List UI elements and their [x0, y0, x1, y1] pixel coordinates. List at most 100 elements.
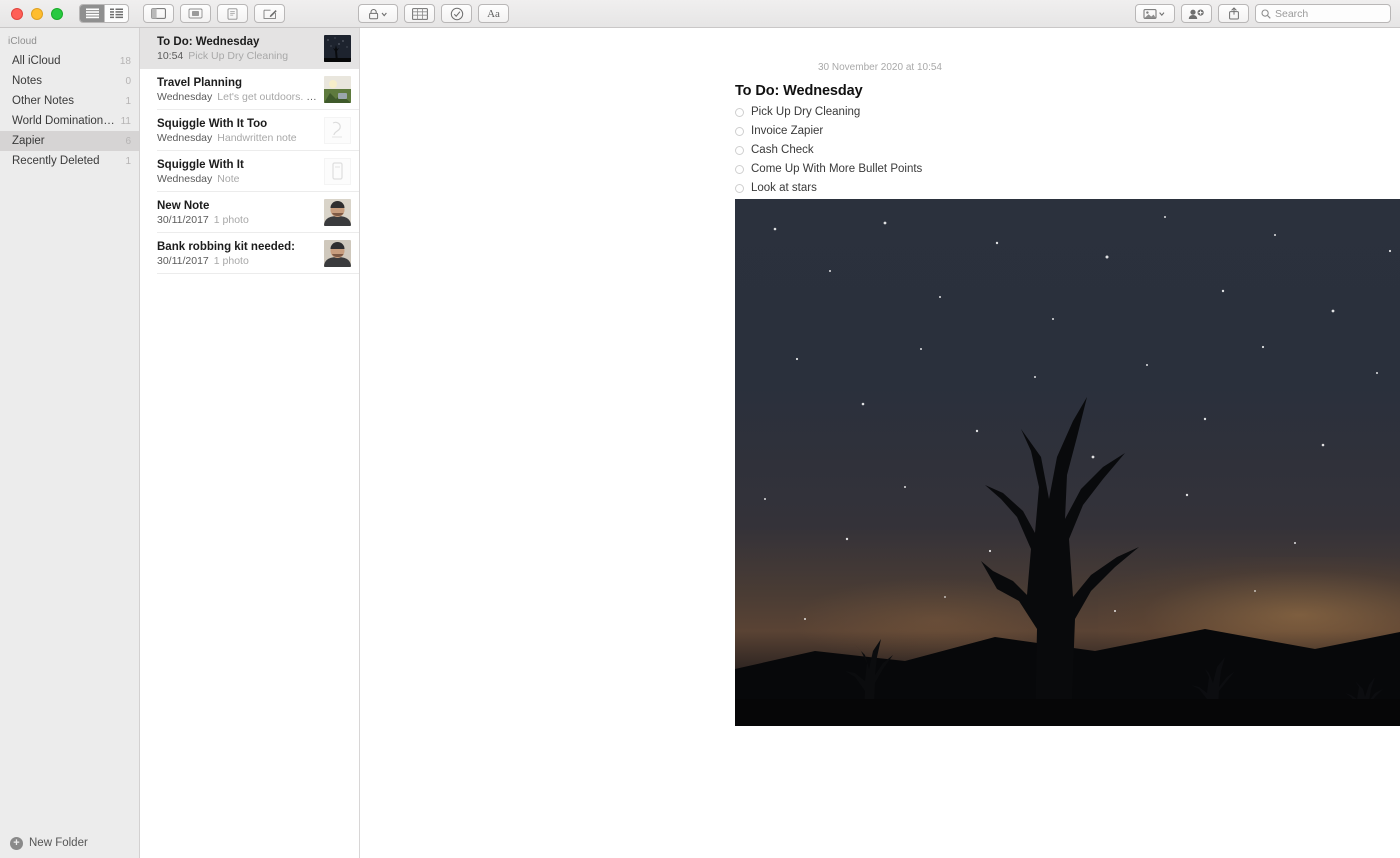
delete-note-button[interactable]	[180, 4, 211, 23]
note-list-item-new-note[interactable]: New Note 30/11/2017 1 photo	[140, 192, 359, 233]
add-people-icon	[1188, 9, 1204, 19]
note-list: To Do: Wednesday 10:54 Pick Up Dry Cleani…	[140, 28, 360, 858]
note-content: To Do: Wednesday Pick Up Dry Cleaning In…	[360, 73, 1400, 194]
note-thumbnail-portrait	[324, 199, 351, 226]
sidebar-item-count: 1	[125, 95, 131, 107]
notes-app-window: Aa Search iCloud All iCloud 18 Notes 0 O…	[0, 0, 1400, 858]
sidebar-item-count: 18	[119, 55, 131, 67]
sidebar-item-label: Notes	[12, 75, 43, 87]
move-note-button[interactable]	[217, 4, 248, 23]
zoom-window-button[interactable]	[51, 7, 63, 20]
sidebar-item-zapier[interactable]: Zapier 6	[0, 131, 139, 151]
plus-circle-icon: +	[10, 836, 23, 850]
note-list-item-text: Travel Planning Wednesday Let's get outdo…	[157, 77, 318, 103]
note-editor[interactable]: 30 November 2020 at 10:54 To Do: Wednesd…	[360, 28, 1400, 858]
share-button[interactable]	[1218, 4, 1249, 23]
checkbox-icon[interactable]	[735, 107, 744, 117]
note-list-item-text: New Note 30/11/2017 1 photo	[157, 200, 318, 226]
sidebar-item-label: Other Notes	[12, 95, 74, 107]
note-list-item-text: Squiggle With It Wednesday Note	[157, 159, 318, 185]
note-title: To Do: Wednesday	[157, 35, 260, 48]
format-actions-group: Aa	[358, 4, 509, 23]
media-icon	[1143, 8, 1165, 19]
note-attachment[interactable]	[735, 199, 1400, 726]
share-actions-group: Search	[1135, 4, 1400, 23]
sidebar-item-other-notes[interactable]: Other Notes 1	[0, 91, 139, 111]
compose-icon	[263, 9, 277, 19]
checklist-item-label: Look at stars	[751, 182, 817, 194]
share-icon	[1228, 7, 1239, 20]
checklist-item-label: Pick Up Dry Cleaning	[751, 106, 861, 118]
note-heading: To Do: Wednesday	[735, 83, 863, 99]
compose-note-button[interactable]	[254, 4, 285, 23]
checklist-item-label: Invoice Zapier	[751, 125, 824, 137]
sidebar-item-world-domination[interactable]: World Domination Pl… 11	[0, 111, 139, 131]
note-snippet: 1 photo	[213, 254, 249, 267]
sidebar-item-recently-deleted[interactable]: Recently Deleted 1	[0, 151, 139, 171]
app-body: iCloud All iCloud 18 Notes 0 Other Notes…	[0, 28, 1400, 858]
sidebar-item-label: Recently Deleted	[12, 155, 100, 167]
sidebar-item-label: Zapier	[12, 135, 45, 147]
note-list-item-bank-robbing-kit[interactable]: Bank robbing kit needed: 30/11/2017 1 pho…	[140, 233, 359, 274]
note-snippet: 1 photo	[213, 213, 249, 226]
note-thumbnail-sketch-2	[324, 158, 351, 185]
minimize-window-button[interactable]	[31, 7, 43, 20]
checklist-item-invoice-zapier[interactable]: Invoice Zapier	[735, 125, 1400, 137]
checklist-item-come-up-with-more-bullet-points[interactable]: Come Up With More Bullet Points	[735, 163, 1400, 175]
checkbox-icon[interactable]	[735, 126, 744, 136]
note-title: Travel Planning	[157, 76, 242, 89]
note-title: Squiggle With It	[157, 158, 244, 171]
note-date: 30/11/2017	[157, 254, 209, 267]
grid-view-button[interactable]	[104, 5, 128, 22]
note-list-item-squiggle-with-it[interactable]: Squiggle With It Wednesday Note	[140, 151, 359, 192]
search-input-placeholder: Search	[1275, 7, 1309, 20]
checklist-item-pick-up-dry-cleaning[interactable]: Pick Up Dry Cleaning	[735, 106, 1400, 118]
note-list-item-text: Squiggle With It Too Wednesday Handwritte…	[157, 118, 318, 144]
sidebar-item-count: 11	[120, 115, 131, 127]
checkbox-icon[interactable]	[735, 164, 744, 174]
note-thumbnail-night-sky	[324, 35, 351, 62]
note-thumbnail-portrait	[324, 240, 351, 267]
toggle-sidebar-button[interactable]	[143, 4, 174, 23]
note-list-item-travel-planning[interactable]: Travel Planning Wednesday Let's get outdo…	[140, 69, 359, 110]
new-folder-label: New Folder	[29, 837, 88, 849]
note-title: New Note	[157, 199, 210, 212]
format-button[interactable]: Aa	[478, 4, 509, 23]
stars-layer	[764, 216, 1392, 620]
lock-note-button[interactable]	[358, 4, 398, 23]
search-field[interactable]: Search	[1255, 4, 1391, 23]
sidebar-item-all-icloud[interactable]: All iCloud 18	[0, 51, 139, 71]
sidebar-folder-list: All iCloud 18 Notes 0 Other Notes 1 Worl…	[0, 51, 139, 828]
checkbox-icon[interactable]	[735, 145, 744, 155]
sidebar-item-label: All iCloud	[12, 55, 61, 67]
grid-view-icon	[110, 8, 123, 19]
note-meta: 30/11/2017 1 photo	[157, 214, 318, 226]
insert-table-button[interactable]	[404, 4, 435, 23]
add-people-button[interactable]	[1181, 4, 1212, 23]
new-folder-button[interactable]: + New Folder	[0, 828, 139, 858]
checklist-item-cash-check[interactable]: Cash Check	[735, 144, 1400, 156]
sidebar-item-notes[interactable]: Notes 0	[0, 71, 139, 91]
list-view-button[interactable]	[80, 5, 104, 22]
joshua-tree-silhouettes	[735, 216, 1400, 726]
note-thumbnail-sketch	[324, 117, 351, 144]
note-list-item-text: Bank robbing kit needed: 30/11/2017 1 pho…	[157, 241, 318, 267]
close-window-button[interactable]	[11, 7, 23, 20]
sidebar-icon	[151, 8, 166, 19]
checkbox-icon[interactable]	[735, 183, 744, 193]
note-meta: 10:54 Pick Up Dry Cleaning	[157, 50, 318, 62]
folders-sidebar: iCloud All iCloud 18 Notes 0 Other Notes…	[0, 28, 140, 858]
search-icon	[1261, 8, 1271, 19]
note-list-item-squiggle-with-it-too[interactable]: Squiggle With It Too Wednesday Handwritte…	[140, 110, 359, 151]
note-snippet: Pick Up Dry Cleaning	[188, 49, 289, 62]
view-mode-toggle[interactable]	[79, 4, 129, 23]
note-meta: 30/11/2017 1 photo	[157, 255, 318, 267]
note-list-item-to-do-wednesday[interactable]: To Do: Wednesday 10:54 Pick Up Dry Cleani…	[140, 28, 359, 69]
checklist-button[interactable]	[441, 4, 472, 23]
note-date: Wednesday	[157, 90, 213, 103]
note-meta: Wednesday Note	[157, 173, 318, 185]
media-button[interactable]	[1135, 4, 1175, 23]
trash-icon	[188, 8, 203, 19]
checklist-item-look-at-stars[interactable]: Look at stars	[735, 182, 1400, 194]
note-snippet: Handwritten note	[217, 131, 297, 144]
